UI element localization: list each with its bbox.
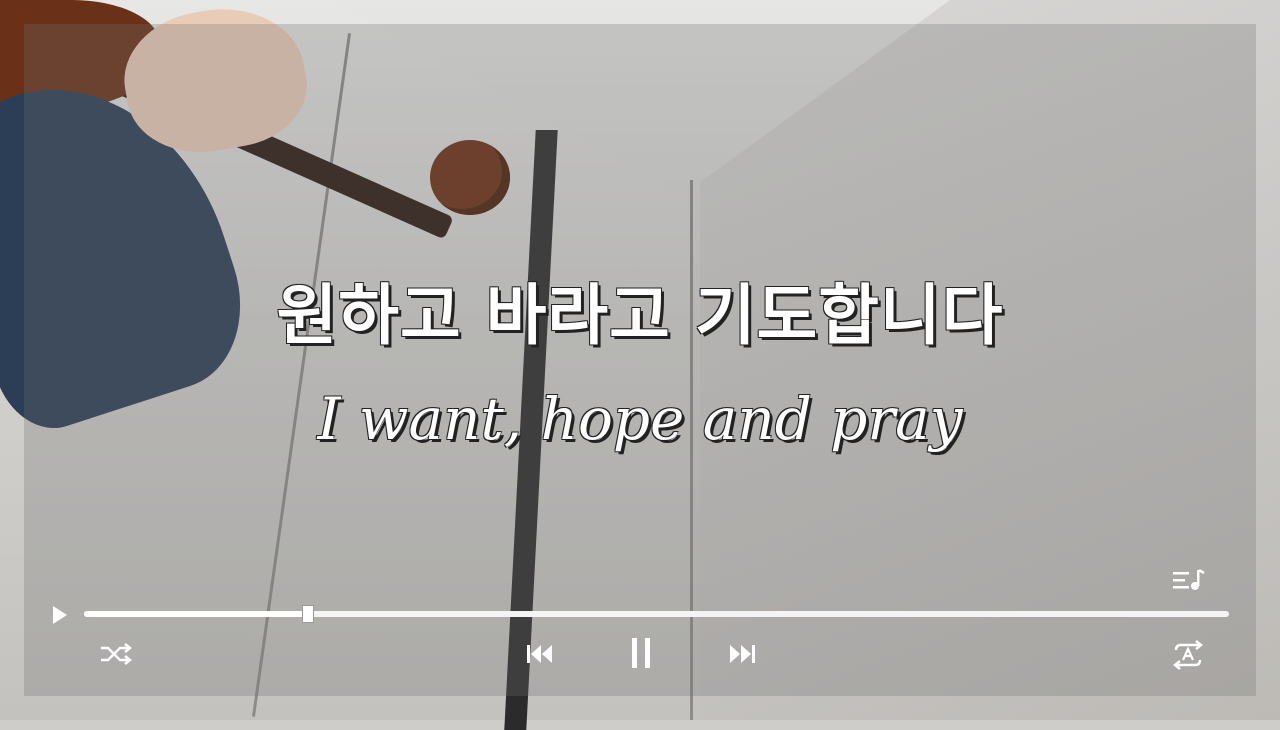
lyrics-queue-icon bbox=[1173, 568, 1205, 590]
lyrics-queue-button[interactable] bbox=[1170, 565, 1206, 595]
pause-icon bbox=[632, 638, 650, 668]
progress-bar[interactable] bbox=[84, 605, 1229, 623]
lyric-english: I want, hope and pray bbox=[317, 385, 963, 453]
progress-thumb[interactable] bbox=[302, 605, 315, 623]
player-overlay bbox=[24, 24, 1256, 696]
lyric-korean: 원하고 바라고 기도합니다 bbox=[276, 277, 1004, 354]
repeat-button[interactable] bbox=[1168, 638, 1208, 672]
previous-track-icon bbox=[527, 645, 552, 663]
play-icon bbox=[53, 606, 67, 624]
progress-fill bbox=[84, 611, 309, 617]
play-button[interactable] bbox=[50, 603, 70, 627]
previous-button[interactable] bbox=[524, 640, 556, 668]
repeat-auto-icon bbox=[1172, 640, 1204, 670]
shuffle-icon bbox=[101, 643, 133, 665]
next-button[interactable] bbox=[726, 640, 758, 668]
shuffle-button[interactable] bbox=[98, 640, 134, 668]
pause-button[interactable] bbox=[628, 634, 654, 672]
next-track-icon bbox=[730, 645, 755, 663]
